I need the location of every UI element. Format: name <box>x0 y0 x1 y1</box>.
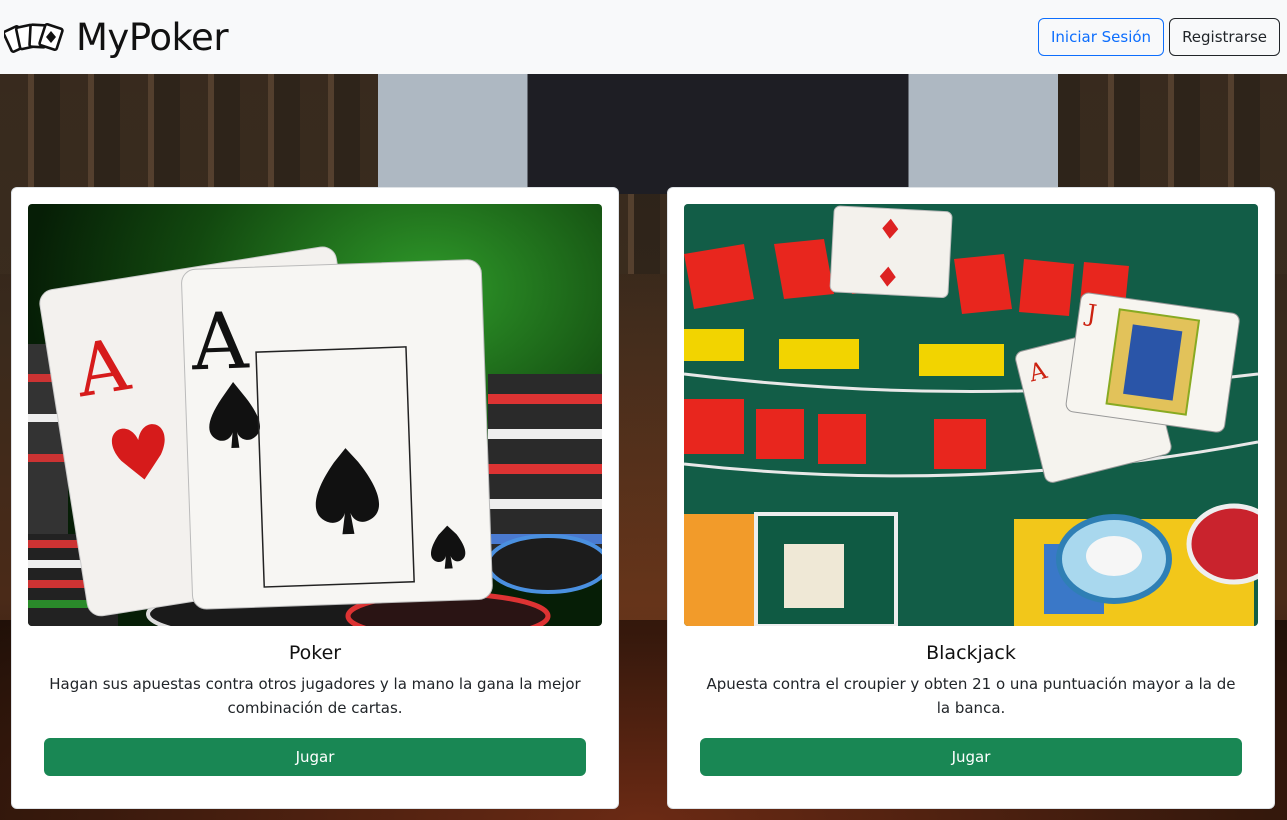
game-title: Blackjack <box>926 642 1016 664</box>
game-title: Poker <box>288 642 342 664</box>
svg-text:A: A <box>189 296 251 388</box>
game-description: Hagan sus apuestas contra otros jugadore… <box>49 675 581 717</box>
top-navbar: MyPoker Iniciar Sesión Registrarse <box>0 0 1287 74</box>
poker-image: A A <box>28 204 602 626</box>
play-blackjack-button[interactable]: Jugar <box>700 738 1242 776</box>
game-card-poker: A A Poker Hagan sus apuestas contra otro… <box>11 187 619 809</box>
brand[interactable]: MyPoker <box>4 15 229 59</box>
blackjack-image: A J <box>684 204 1258 626</box>
register-button[interactable]: Registrarse <box>1169 18 1280 56</box>
play-poker-button[interactable]: Jugar <box>44 738 586 776</box>
nav-actions: Iniciar Sesión Registrarse <box>1038 18 1280 56</box>
background-dealer <box>378 74 1058 194</box>
login-button[interactable]: Iniciar Sesión <box>1038 18 1165 56</box>
game-card-blackjack: A J Blackjack Apuesta contra el croupier… <box>667 187 1275 809</box>
brand-name: MyPoker <box>76 15 229 59</box>
game-description: Apuesta contra el croupier y obten 21 o … <box>706 675 1236 717</box>
playing-cards-icon <box>4 22 64 53</box>
